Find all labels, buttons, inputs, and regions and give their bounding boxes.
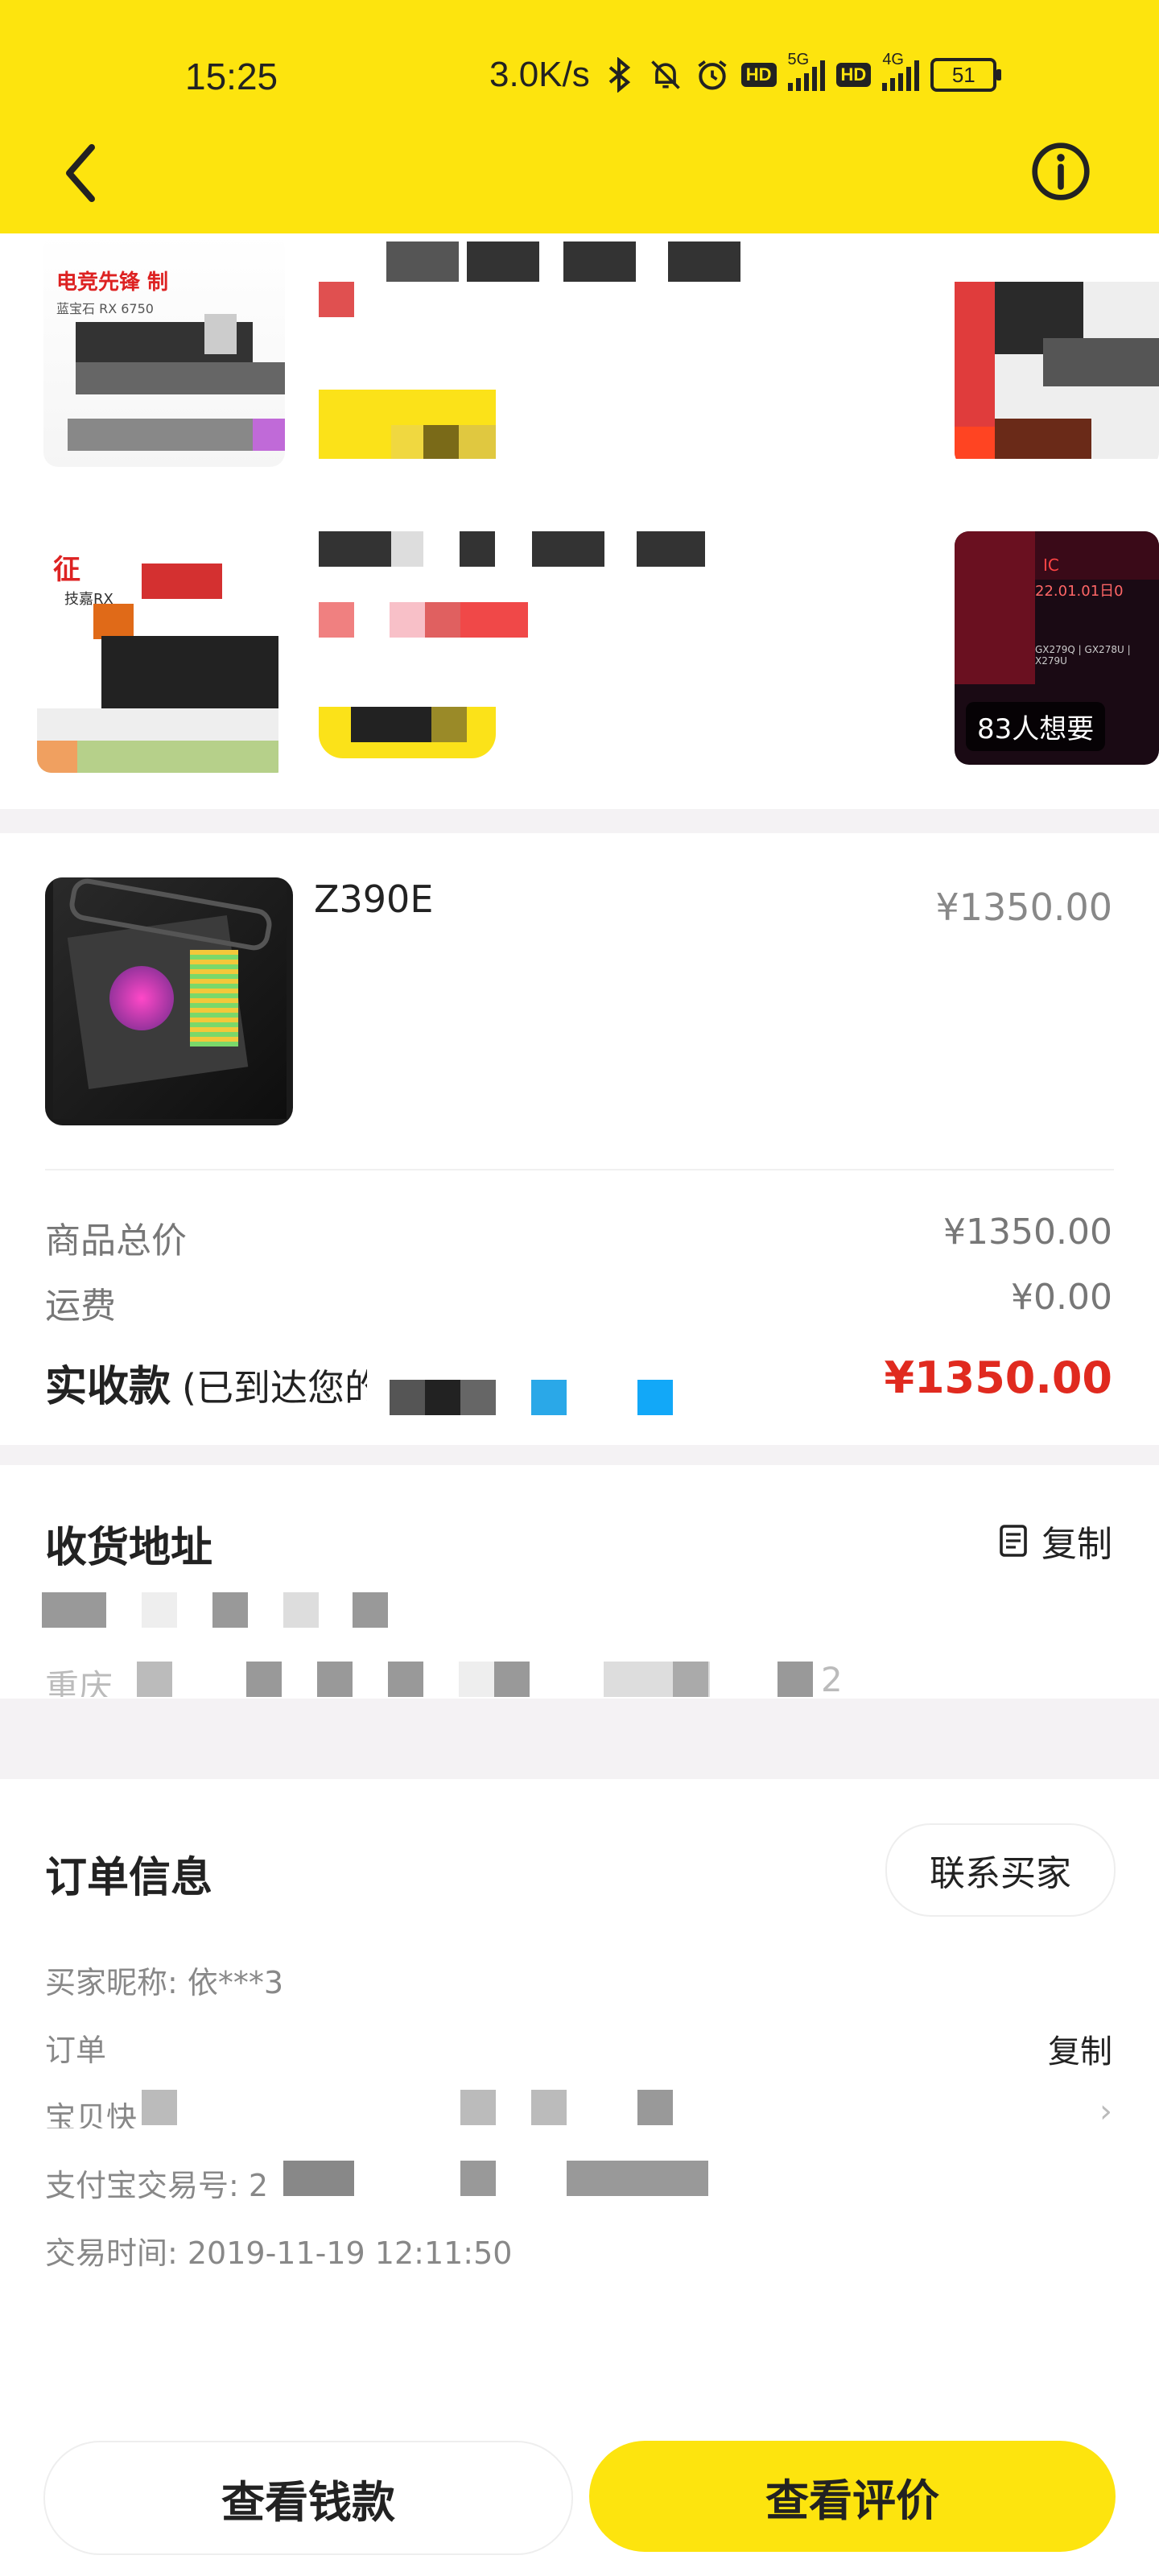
buyer-nickname: 买家昵称: 依***3 [45,1965,284,2000]
pixelated-price-2 [319,602,528,638]
hd-badge: HD [740,63,777,87]
status-icons: 3.0K/s HD 5G HD 4G 51 [489,51,1002,95]
recommend-item-image[interactable]: 电竞先锋 制 蓝宝石 RX 6750 [43,233,285,467]
pixelated-address-line1 [42,1592,396,1628]
address-title: 收货地址 [45,1524,213,1572]
trade-time: 交易时间: 2019-11-19 12:11:50 [45,2235,513,2271]
pixelated-title-2 [319,531,705,567]
copy-icon [1000,1525,1027,1557]
address-copy-label: 复制 [1041,1524,1112,1565]
order-number-label: 订单 [45,2033,107,2068]
shipping-value: ¥0.00 [1011,1277,1112,1318]
recommend-item-caption: 电竞先锋 制 [56,270,169,295]
battery-indicator: 51 [930,58,1002,92]
received-note: (已到达您的 [182,1366,367,1410]
received-amount: ¥1350.00 [884,1352,1112,1403]
bluetooth-icon [608,57,630,93]
recommend-item-caption: 征 [53,554,80,586]
want-count-badge: 83人想要 [966,702,1106,751]
order-copy-button[interactable]: 复制 [1048,2025,1112,2072]
signal-5g-icon: 5G [787,51,825,91]
mute-bell-icon [650,60,680,89]
header-bar: 15:25 3.0K/s HD 5G HD 4G 51 [0,0,1159,233]
item-snapshot-label[interactable]: 宝贝快 [45,2093,137,2128]
chevron-right-icon[interactable]: › [1099,2093,1112,2130]
back-icon[interactable] [56,141,105,205]
alipay-trade-number: 支付宝交易号: 2 [45,2168,269,2203]
pixelated-item-snapshot [142,2090,673,2125]
address-line2-end: 2 [821,1660,843,1699]
recommend-item-image-right[interactable] [955,233,1159,467]
info-icon[interactable] [1030,141,1091,202]
shipping-label: 运费 [45,1286,116,1327]
goods-total-label: 商品总价 [45,1220,187,1261]
net-speed: 3.0K/s [489,55,590,94]
pixelated-address-line2 [137,1662,845,1697]
product-price: ¥1350.00 [935,886,1113,929]
alarm-icon [698,60,727,90]
divider [45,1169,1114,1170]
pixelated-title [386,242,740,282]
contact-buyer-button[interactable]: 联系买家 [885,1823,1116,1917]
status-time: 15:25 [185,56,278,97]
order-info-title: 订单信息 [45,1854,213,1902]
recommend-item-subcaption: 蓝宝石 RX 6750 [56,301,154,316]
product-image[interactable] [45,877,293,1125]
goods-total-value: ¥1350.00 [943,1212,1112,1253]
product-name[interactable]: Z390E [314,877,433,921]
view-money-button[interactable]: 查看钱款 [43,2441,573,2555]
recommend-item-image[interactable]: 征 技嘉RX [37,515,291,773]
signal-4g-icon: 4G [882,51,920,91]
view-review-button[interactable]: 查看评价 [589,2441,1116,2552]
pixelated-alipay-number [283,2161,710,2196]
address-copy-button[interactable]: 复制 [998,1515,1112,1567]
pixelated-received-note [390,1380,676,1415]
pixelated-tag [319,390,496,459]
recommend-item-image-right-2[interactable]: IC 22.01.01日0 GX279Q | GX278U | X279U 83… [955,531,1159,765]
received-label: 实收款 [45,1363,171,1411]
address-line2-fragment: 重庆 [45,1667,113,1697]
hd-badge-2: HD [835,63,872,87]
